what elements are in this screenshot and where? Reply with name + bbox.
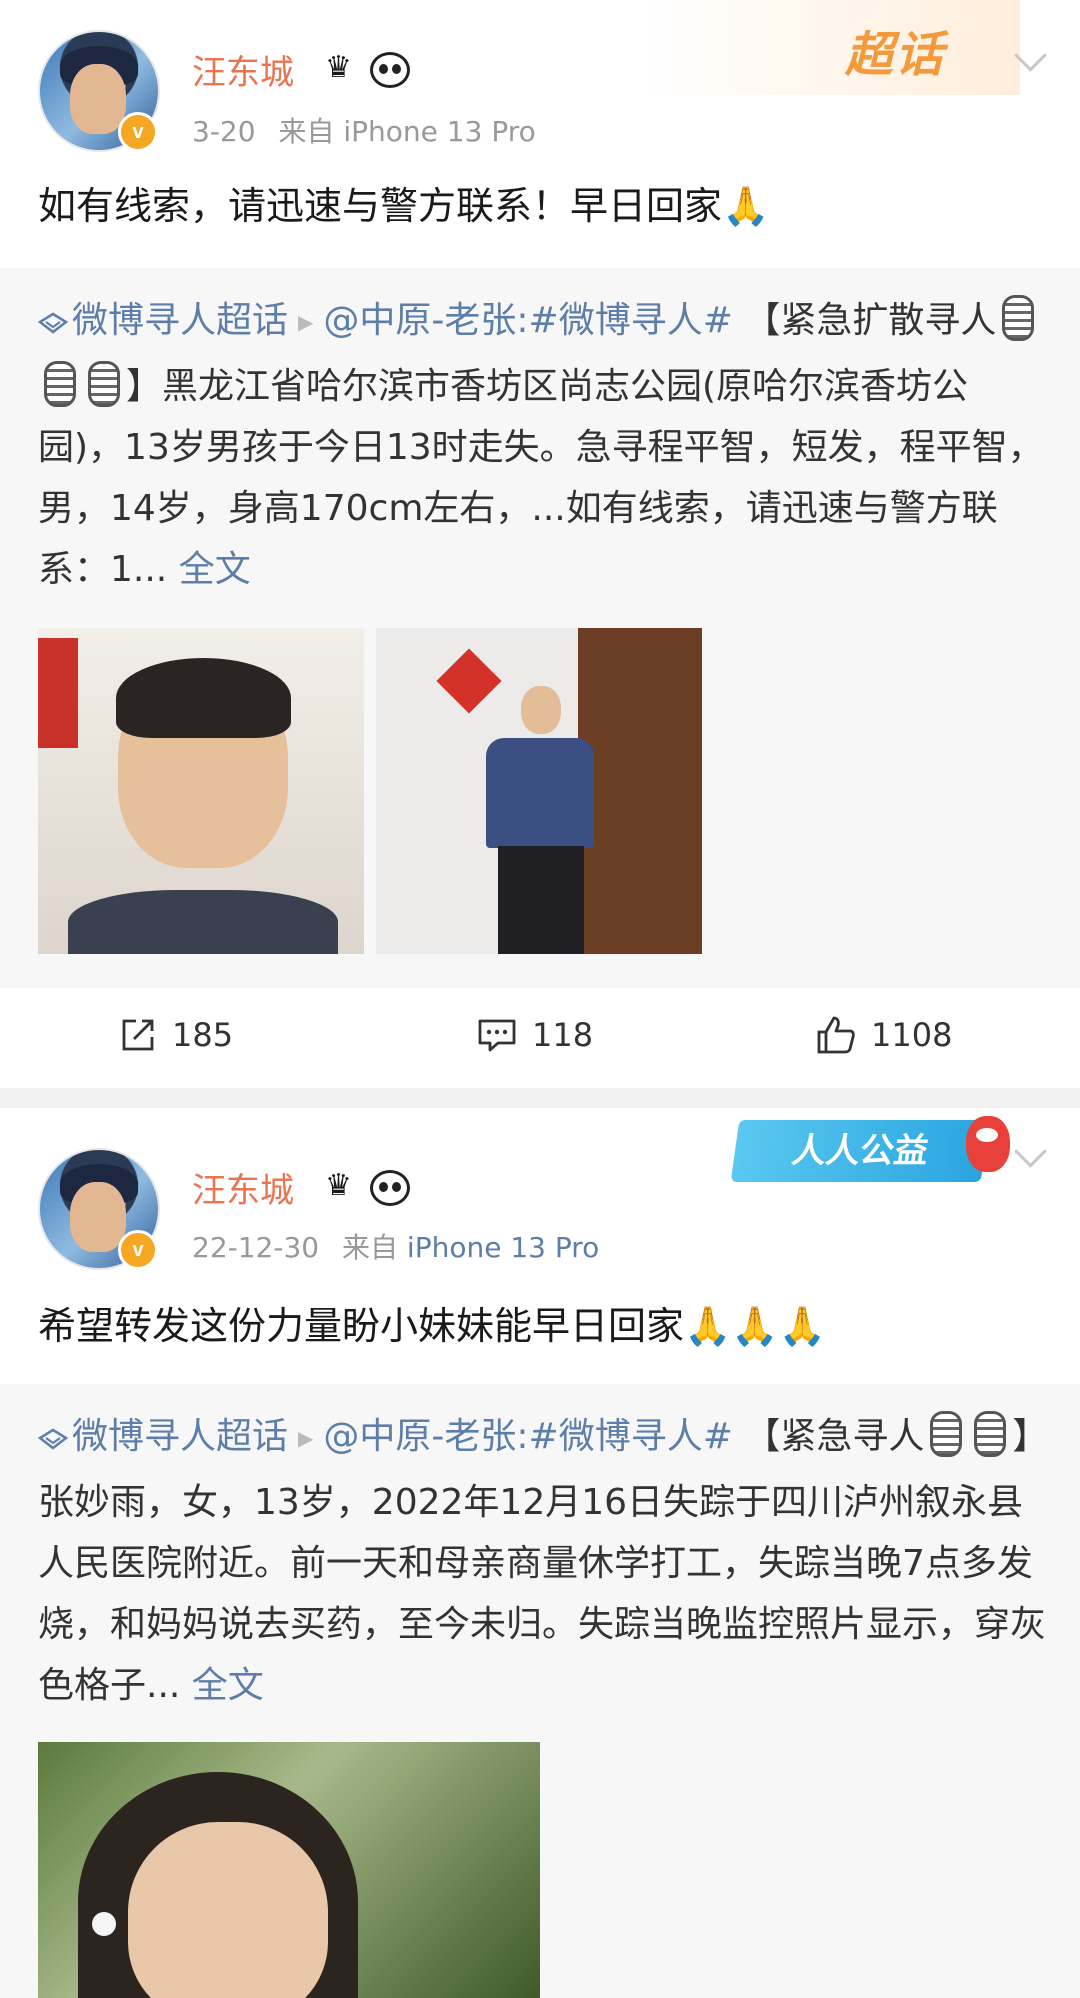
repost-card[interactable]: 微博寻人超话 ▶ @中原-老张:#微博寻人# 【紧急寻人 】张妙雨，女，13岁，202…	[0, 1384, 1080, 1998]
post-meta: 22-12-30 来自 iPhone 13 Pro	[192, 1226, 599, 1266]
source-prefix: 来自	[278, 115, 335, 148]
mic-icon	[974, 1411, 1007, 1457]
post-meta: 3-20 来自 iPhone 13 Pro	[192, 110, 536, 150]
crown-icon: ♛	[325, 1168, 352, 1203]
source-device: iPhone 13 Pro	[343, 115, 536, 148]
mic-icon	[44, 361, 76, 407]
image-face	[128, 1822, 328, 1998]
post-text: 如有线索，请迅速与警方联系！早日回家🙏	[38, 184, 770, 228]
hashtag-link[interactable]: #微博寻人#	[529, 1416, 733, 1457]
weibo-post: 超话 v 汪东城 ♛ 3-20 来自 iPhone 13 Pro 如有线索，请迅…	[0, 0, 1080, 1088]
mic-icon	[930, 1411, 963, 1457]
panda-icon	[370, 52, 410, 88]
verified-icon: v	[118, 112, 158, 152]
full-text-link[interactable]: 全文	[192, 1665, 264, 1706]
repost-text: 微博寻人超话 ▶ @中原-老张:#微博寻人# 【紧急寻人 】张妙雨，女，13岁，202…	[38, 1406, 1050, 1716]
post-text: 希望转发这份力量盼小妹妹能早日回家🙏🙏🙏	[38, 1304, 826, 1348]
repost-body-a: 【紧急寻人	[744, 1416, 925, 1457]
post-image[interactable]	[38, 628, 364, 954]
repost-author-link[interactable]: @中原-老张:	[323, 300, 528, 341]
topic-diamond-icon	[38, 1428, 68, 1450]
topic-link[interactable]: 微博寻人超话	[38, 1416, 288, 1457]
post-image[interactable]	[38, 1742, 540, 1998]
source-prefix: 来自	[342, 1231, 399, 1264]
repost-button[interactable]: 185	[118, 995, 233, 1075]
comment-count: 118	[532, 1016, 594, 1054]
badge-background	[640, 0, 1020, 95]
triangle-icon: ▶	[298, 1426, 314, 1450]
chevron-down-icon[interactable]	[1014, 1135, 1047, 1168]
repost-author-link[interactable]: @中原-老张:	[323, 1416, 528, 1457]
source-device[interactable]: iPhone 13 Pro	[407, 1231, 599, 1264]
repost-card[interactable]: 微博寻人超话 ▶ @中原-老张:#微博寻人# 【紧急扩散寻人】黑龙江省哈尔滨市香坊区…	[0, 268, 1080, 988]
image-decoration	[38, 638, 78, 748]
panda-icon	[370, 1170, 410, 1206]
triangle-icon: ▶	[298, 310, 314, 334]
chaohua-badge[interactable]: 超话	[845, 15, 945, 85]
action-bar: 185 118 1108	[0, 995, 1080, 1075]
username[interactable]: 汪东城	[192, 45, 294, 94]
image-shirt	[68, 890, 338, 954]
username[interactable]: 汪东城	[192, 1163, 294, 1212]
mascot-icon	[966, 1116, 1010, 1172]
full-text-link[interactable]: 全文	[179, 549, 251, 590]
image-shirt	[486, 738, 594, 848]
mic-icon	[1002, 295, 1035, 341]
post-time: 22-12-30	[192, 1231, 320, 1264]
image-face	[521, 686, 561, 734]
image-hair	[116, 658, 291, 738]
crown-icon: ♛	[325, 50, 352, 85]
like-button[interactable]: 1108	[815, 995, 952, 1075]
avatar-face	[70, 1182, 126, 1252]
post-time: 3-20	[192, 115, 256, 148]
avatar-face	[70, 64, 126, 134]
post-image[interactable]	[376, 628, 702, 954]
topic-link[interactable]: 微博寻人超话	[38, 300, 288, 341]
repost-count: 185	[172, 1016, 234, 1054]
image-flower	[92, 1912, 116, 1936]
share-icon	[122, 1019, 154, 1051]
repost-body-b: 】张妙雨，女，13岁，2022年12月16日失踪于四川泸州叙永县人民医院附近。前…	[38, 1416, 1049, 1706]
image-decoration	[436, 648, 502, 714]
thumbs-up-icon	[817, 1016, 855, 1054]
comment-icon	[478, 1019, 516, 1052]
like-count: 1108	[871, 1016, 953, 1054]
comment-button[interactable]: 118	[476, 995, 593, 1075]
hashtag-link[interactable]: #微博寻人#	[529, 300, 733, 341]
repost-body-a: 【紧急扩散寻人	[744, 300, 997, 341]
repost-text: 微博寻人超话 ▶ @中原-老张:#微博寻人# 【紧急扩散寻人】黑龙江省哈尔滨市香坊区…	[38, 290, 1050, 600]
weibo-post: 人人公益 v 汪东城 ♛ 22-12-30 来自 iPhone 13 Pro 希…	[0, 1108, 1080, 1998]
renren-gongyi-badge[interactable]: 人人公益	[730, 1120, 990, 1182]
image-pants	[498, 846, 584, 954]
verified-icon: v	[118, 1230, 158, 1270]
topic-diamond-icon	[38, 312, 68, 334]
mic-icon	[88, 361, 120, 407]
